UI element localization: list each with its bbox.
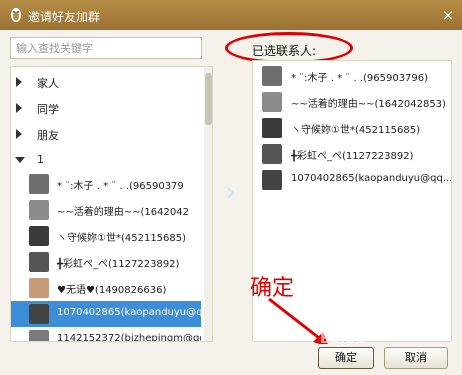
contact-name: 1070402865(kaopanduyu@qq.... [291,173,451,184]
group-item-friends[interactable]: 朋友 [11,121,201,147]
close-button[interactable]: × [438,5,458,25]
contact-name: ~~活着的理由~~(1642042 [57,207,189,218]
window-title: 邀请好友加群 [28,10,101,24]
group-label: 1 [37,153,44,166]
selected-contact-item[interactable]: ヽ守候妳①世*(452115685) [253,115,451,141]
ok-button[interactable]: 确定 [318,347,374,369]
group-item-family[interactable]: 家人 [11,69,201,95]
group-label: 朋友 [37,129,59,142]
contact-name: 1070402865(kaopanduyu@qq. [57,307,201,318]
contact-name: ╋彩虹ぺ_ぺ(1127223892) [291,151,414,162]
contact-item-selected[interactable]: 1070402865(kaopanduyu@qq. [11,301,201,327]
selected-contact-item[interactable]: 1070402865(kaopanduyu@qq.... [253,167,451,193]
cancel-button[interactable]: 取消 [384,347,448,369]
chevron-right-icon [16,77,22,87]
title-bar: 邀请好友加群 × [0,0,462,30]
avatar [29,278,49,298]
chevron-right-icon: › [225,175,237,208]
contact-name: ♥无语♥(1490826636) [57,285,167,296]
avatar [262,170,282,190]
scrollbar-thumb[interactable] [205,73,212,125]
invite-friends-dialog: 邀请好友加群 × 家人 同学 朋友 1 * ¨:木子 . * ¨ . .(965… [0,0,462,375]
watermark: Baidu [320,331,365,347]
avatar [262,118,282,138]
contact-name: ~~活着的理由~~(1642042853) [291,99,446,110]
avatar [29,304,49,324]
search-input[interactable] [10,37,202,59]
avatar [29,226,49,246]
contact-item[interactable]: * ¨:木子 . * ¨ . .(96590379 [11,171,201,197]
contact-name: * ¨:木子 . * ¨ . .(96590379 [57,181,184,192]
contact-item[interactable]: ♥无语♥(1490826636) [11,275,201,301]
contact-name: ╋彩虹ぺ_ぺ(1127223892) [57,259,180,270]
group-label: 同学 [37,103,59,116]
scrollbar[interactable] [204,67,212,341]
contact-item[interactable]: ヽ守候妳①世*(452115685) [11,223,201,249]
contact-name: 1142152372(bizhepingm@qq.c [57,333,201,342]
group-item-1[interactable]: 1 [11,147,201,173]
penguin-icon [11,8,21,22]
selected-contact-item[interactable]: ╋彩虹ぺ_ぺ(1127223892) [253,141,451,167]
friend-list[interactable]: 家人 同学 朋友 1 * ¨:木子 . * ¨ . .(96590379 ~~活… [10,66,213,342]
avatar [262,144,282,164]
contact-item[interactable]: ~~活着的理由~~(1642042 [11,197,201,223]
contact-name: ヽ守候妳①世*(452115685) [57,233,187,244]
contact-name: * ¨:木子 . * ¨ . .(965903796) [291,73,429,84]
avatar [262,92,282,112]
selected-contact-item[interactable]: ~~活着的理由~~(1642042853) [253,89,451,115]
avatar [29,174,49,194]
avatar [29,200,49,220]
group-label: 家人 [37,77,59,90]
contact-item[interactable]: 1142152372(bizhepingm@qq.c [11,327,201,342]
close-icon: × [441,6,455,24]
avatar [29,252,49,272]
selected-contact-item[interactable]: * ¨:木子 . * ¨ . .(965903796) [253,63,451,89]
avatar [29,330,49,341]
contact-item[interactable]: ╋彩虹ぺ_ぺ(1127223892) [11,249,201,275]
avatar [262,66,282,86]
contact-name: ヽ守候妳①世*(452115685) [291,125,421,136]
chevron-right-icon [16,103,22,113]
chevron-down-icon [15,157,25,163]
group-item-classmates[interactable]: 同学 [11,95,201,121]
chevron-right-icon [16,129,22,139]
